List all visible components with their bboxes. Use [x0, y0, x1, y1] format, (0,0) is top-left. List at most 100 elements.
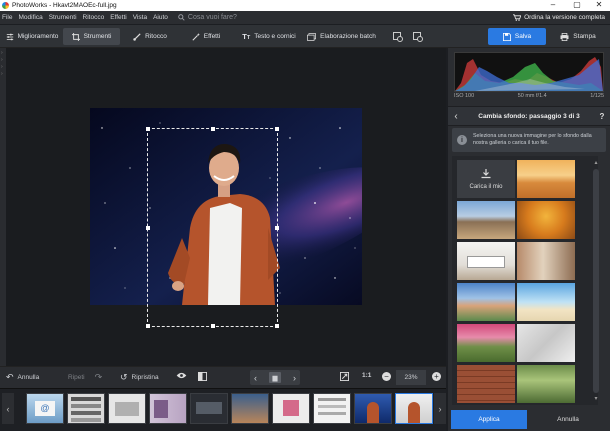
print-label: Stampa: [573, 33, 596, 40]
menu-effetti[interactable]: Effetti: [110, 14, 127, 21]
gallery-item-village[interactable]: [457, 283, 515, 321]
restore-button[interactable]: ↺ Ripristina: [120, 372, 159, 383]
tab-elaborazione-batch[interactable]: Elaborazione batch: [305, 28, 378, 45]
tab-miglioramento[interactable]: Miglioramento: [3, 28, 61, 45]
crop-handle[interactable]: [146, 324, 150, 328]
zoom-value: 23%: [404, 374, 418, 381]
crop-handle[interactable]: [211, 324, 215, 328]
compare-split-button[interactable]: [198, 372, 207, 381]
zoom-out-icon: −: [382, 372, 391, 381]
shutter-value: 1/125: [590, 93, 604, 99]
save-button[interactable]: Salva: [488, 28, 546, 45]
fit-screen-button[interactable]: [340, 372, 349, 381]
title-bar: PhotoWorks - Hkavt2MAOEc-full.jpg – ▢ ✕: [0, 0, 610, 11]
sliders-icon: [6, 33, 13, 40]
zoom-level-field[interactable]: 23%: [396, 370, 426, 385]
redo-button[interactable]: Ripeti ↷: [68, 372, 102, 383]
apply-button[interactable]: Applica: [451, 410, 527, 429]
crop-handle[interactable]: [275, 226, 279, 230]
scroll-up-icon[interactable]: ▴: [593, 160, 599, 166]
gallery-item-autumn[interactable]: [517, 201, 575, 239]
search-input[interactable]: Cosa vuoi fare?: [188, 14, 237, 21]
tab-ritocco[interactable]: Ritocco: [124, 28, 176, 45]
undo-label: Annulla: [17, 374, 40, 381]
tab-label: Strumenti: [83, 33, 112, 40]
close-icon[interactable]: ✕: [588, 0, 610, 11]
folder-icon[interactable]: ▆: [269, 372, 281, 383]
crop-handle[interactable]: [275, 127, 279, 131]
filmstrip-prev-icon[interactable]: ‹: [2, 393, 14, 424]
filmstrip-thumb[interactable]: [190, 393, 228, 424]
actual-size-button[interactable]: 1:1: [362, 372, 371, 379]
next-file-icon[interactable]: ›: [293, 373, 296, 383]
gallery-item-city-street[interactable]: [517, 242, 575, 280]
menu-ritocco[interactable]: Ritocco: [83, 14, 105, 21]
gallery-item-beach[interactable]: [517, 283, 575, 321]
apply-label: Applica: [478, 416, 500, 423]
crop-handle[interactable]: [211, 127, 215, 131]
filmstrip-thumb[interactable]: [231, 393, 269, 424]
zoom-out-button[interactable]: −: [382, 372, 391, 381]
cart-icon: [513, 14, 522, 21]
help-icon[interactable]: ?: [594, 112, 610, 121]
filmstrip-thumb[interactable]: [354, 393, 392, 424]
menu-file[interactable]: File: [2, 14, 12, 21]
gallery-item-paper[interactable]: [517, 324, 575, 362]
filmstrip-thumb[interactable]: [67, 393, 105, 424]
menu-aiuto[interactable]: Aiuto: [153, 14, 168, 21]
zoom-in-button[interactable]: +: [432, 372, 441, 381]
gallery-item-desert[interactable]: [517, 160, 575, 198]
restore-icon: ↺: [120, 372, 128, 382]
compare-before-button[interactable]: [390, 29, 405, 44]
crop-handle[interactable]: [146, 127, 150, 131]
cancel-button[interactable]: Annulla: [530, 410, 606, 429]
filmstrip-thumb[interactable]: [313, 393, 351, 424]
filmstrip-thumb[interactable]: [149, 393, 187, 424]
menu-strumenti[interactable]: Strumenti: [49, 14, 77, 21]
histogram: [454, 52, 604, 92]
printer-icon: [560, 32, 569, 41]
histogram-graph: [455, 57, 603, 91]
gallery-item-brick[interactable]: [457, 365, 515, 403]
save-icon: [502, 32, 511, 41]
tab-label: Elaborazione batch: [320, 33, 376, 40]
menu-vista[interactable]: Vista: [133, 14, 147, 21]
cancel-label: Annulla: [557, 416, 579, 423]
preview-eye-button[interactable]: [176, 372, 187, 379]
upload-own-button[interactable]: Carica il mio: [457, 160, 515, 198]
search-box[interactable]: Cosa vuoi fare?: [178, 14, 237, 21]
previous-file-icon[interactable]: ‹: [254, 373, 257, 383]
gallery-item-road[interactable]: [457, 201, 515, 239]
undo-button[interactable]: ↶ Annulla: [6, 372, 39, 383]
maximize-icon[interactable]: ▢: [566, 0, 588, 11]
tab-strumenti[interactable]: Strumenti: [63, 28, 120, 45]
gallery-scrollbar[interactable]: ▴ ▾: [592, 160, 600, 403]
info-text: Seleziona una nuova immagine per lo sfon…: [473, 133, 592, 146]
crop-handle[interactable]: [146, 226, 150, 230]
filmstrip-thumb[interactable]: [108, 393, 146, 424]
filmstrip-thumb[interactable]: @: [26, 393, 64, 424]
filmstrip-next-icon[interactable]: ›: [434, 393, 446, 424]
crop-selection[interactable]: [146, 127, 279, 328]
gallery-item-flower-path[interactable]: [457, 324, 515, 362]
tab-label: Ritocco: [145, 33, 167, 40]
compare-after-button[interactable]: [410, 29, 425, 44]
gallery-item-interior[interactable]: [457, 242, 515, 280]
minimize-icon[interactable]: –: [542, 0, 564, 11]
scrollbar-thumb[interactable]: [593, 169, 599, 393]
print-button[interactable]: Stampa: [552, 28, 604, 45]
gallery-item-park[interactable]: [517, 365, 575, 403]
order-full-version-link[interactable]: Ordina la versione completa: [513, 12, 605, 23]
filmstrip-thumb[interactable]: [272, 393, 310, 424]
tab-testo-e-cornici[interactable]: TT Testo e cornici: [236, 28, 302, 45]
tab-effetti[interactable]: Effetti: [180, 28, 232, 45]
upload-label: Carica il mio: [469, 183, 503, 190]
crop-handle[interactable]: [275, 324, 279, 328]
menu-modifica[interactable]: Modifica: [18, 14, 42, 21]
scroll-down-icon[interactable]: ▾: [593, 396, 599, 402]
eye-icon: [176, 372, 187, 379]
filmstrip-thumb-selected[interactable]: [395, 393, 433, 424]
info-icon: i: [457, 135, 467, 145]
batch-images-icon: [307, 32, 317, 41]
back-arrow-icon[interactable]: ‹: [448, 111, 464, 122]
